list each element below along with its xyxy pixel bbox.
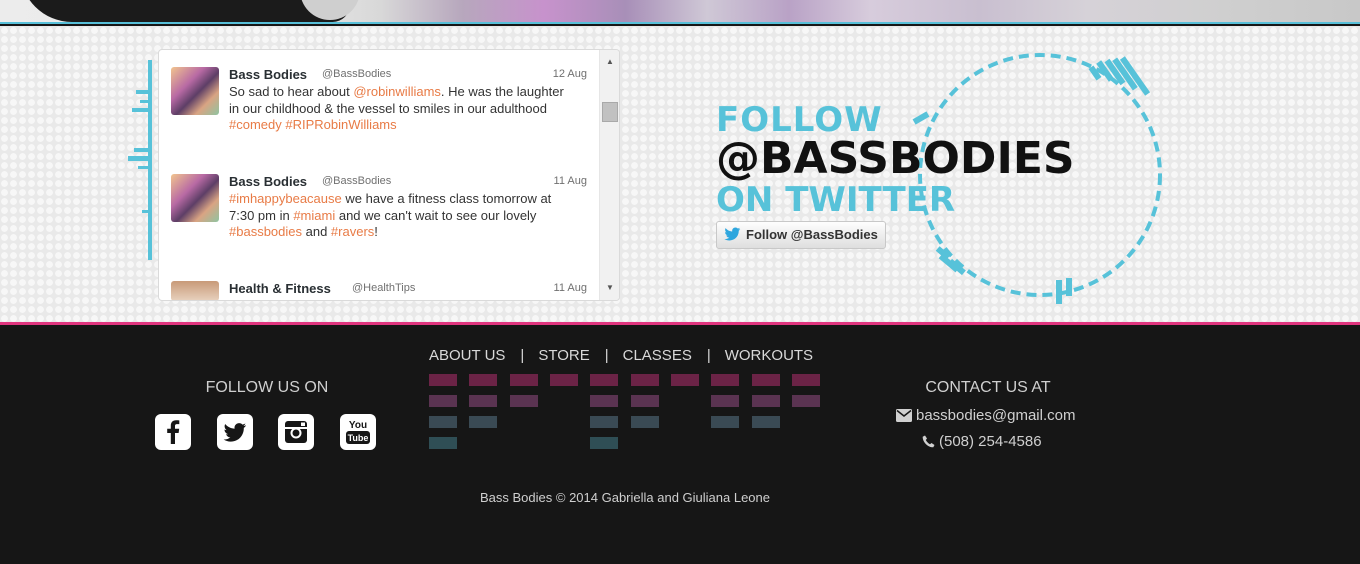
tweet-author-handle[interactable]: @BassBodies [322, 68, 391, 80]
tweet-item[interactable]: Bass Bodies @BassBodies 11 Aug #imhappyb… [171, 174, 591, 274]
follow-heading-line3: ON TWITTER [716, 180, 956, 220]
svg-text:Tube: Tube [348, 433, 369, 443]
follow-twitter-button-label[interactable]: Follow @BassBodies [746, 227, 878, 242]
nav-link-classes[interactable]: CLASSES [623, 347, 692, 364]
tweet-avatar[interactable] [171, 281, 219, 300]
tweet-text-segment: So sad to hear about [229, 84, 354, 99]
tweet-text-segment: ! [374, 224, 378, 239]
tweet-text: So sad to hear about @robinwilliams. He … [229, 84, 573, 134]
tweet-date[interactable]: 11 Aug [554, 175, 587, 187]
tweet-link[interactable]: #ravers [331, 224, 374, 239]
nav-separator: | [706, 347, 711, 364]
tweet-list-scrollbar[interactable]: ▲ ▼ [599, 50, 619, 300]
instagram-icon[interactable] [278, 414, 314, 450]
nav-separator: | [520, 347, 525, 364]
tweet-text-segment: and [302, 224, 331, 239]
twitter-bird-icon [724, 227, 741, 241]
tweet-author-name[interactable]: Bass Bodies [229, 174, 307, 189]
tweet-avatar[interactable] [171, 174, 219, 222]
tweet-author-name[interactable]: Health & Fitness [229, 281, 331, 296]
svg-text:You: You [349, 420, 367, 431]
nav-link-workouts[interactable]: WORKOUTS [725, 347, 813, 364]
tweet-text: #imhappybeacause we have a fitness class… [229, 191, 573, 241]
nav-link-store[interactable]: STORE [538, 347, 589, 364]
follow-twitter-button[interactable]: Follow @BassBodies [716, 221, 886, 249]
header-photo-strip [0, 0, 1360, 24]
tweet-link[interactable]: #RIPRobinWilliams [285, 117, 396, 132]
contact-email-text[interactable]: bassbodies@gmail.com [916, 407, 1075, 424]
scroll-up-arrow-icon[interactable]: ▲ [600, 54, 619, 70]
site-footer: FOLLOW US ON You Tube ABOUT US | STORE | CLA… [0, 325, 1360, 564]
tweet-author-name[interactable]: Bass Bodies [229, 67, 307, 82]
tweet-link[interactable]: #imhappybeacause [229, 191, 342, 206]
follow-us-title: FOLLOW US ON [205, 379, 329, 396]
tweet-link[interactable]: #bassbodies [229, 224, 302, 239]
nav-equalizer-decoration [429, 374, 829, 454]
nav-separator: | [604, 347, 609, 364]
tweet-link[interactable]: @robinwilliams [353, 84, 441, 99]
tweet-date[interactable]: 12 Aug [553, 68, 587, 80]
tweet-list[interactable]: Bass Bodies @BassBodies 12 Aug So sad to… [159, 50, 599, 300]
nav-link-about-us[interactable]: ABOUT US [429, 347, 505, 364]
follow-heading-handle: @BASSBODIES [716, 133, 1075, 184]
tweet-date[interactable]: 11 Aug [554, 282, 587, 294]
scroll-down-arrow-icon[interactable]: ▼ [600, 280, 619, 296]
contact-email[interactable]: bassbodies@gmail.com [896, 407, 1075, 424]
equalizer-decoration-left [126, 60, 156, 260]
phone-icon [922, 435, 935, 448]
footer-nav: ABOUT US | STORE | CLASSES | WORKOUTS [429, 347, 813, 364]
copyright-text: Bass Bodies © 2014 Gabriella and Giulian… [480, 490, 770, 505]
header-photo-figure [20, 0, 350, 22]
tweet-item[interactable]: Health & Fitness @HealthTips 11 Aug [171, 281, 591, 300]
facebook-icon[interactable] [155, 414, 191, 450]
contact-us-title: CONTACT US AT [925, 379, 1051, 396]
scrollbar-thumb[interactable] [602, 102, 618, 122]
tweet-author-handle[interactable]: @HealthTips [352, 282, 415, 294]
twitter-icon[interactable] [217, 414, 253, 450]
tweet-item[interactable]: Bass Bodies @BassBodies 12 Aug So sad to… [171, 67, 591, 167]
contact-phone[interactable]: (508) 254-4586 [922, 433, 1042, 450]
contact-phone-text[interactable]: (508) 254-4586 [939, 433, 1042, 450]
tweet-text-segment: and we can't wait to see our lovely [335, 207, 537, 223]
tweet-link[interactable]: #comedy [229, 117, 282, 132]
tweet-author-handle[interactable]: @BassBodies [322, 175, 391, 187]
twitter-timeline-widget[interactable]: Bass Bodies @BassBodies 12 Aug So sad to… [158, 49, 620, 301]
tweet-avatar[interactable] [171, 67, 219, 115]
youtube-icon[interactable]: You Tube [340, 414, 376, 450]
envelope-icon [896, 409, 912, 422]
tweet-link[interactable]: #miami [293, 208, 335, 223]
